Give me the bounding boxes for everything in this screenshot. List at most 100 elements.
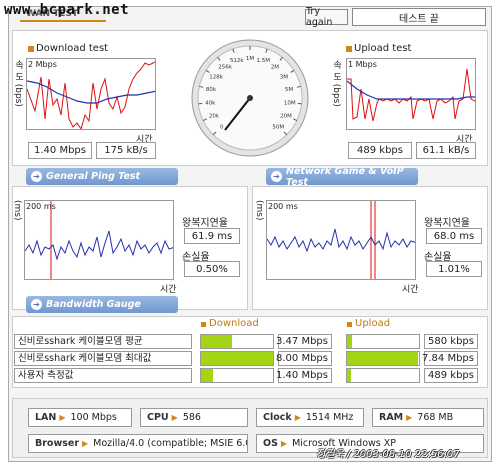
download-bar-value: 1.40 Mbps — [276, 368, 332, 383]
speed-gauge: 0 20k 40k 80k 128k 256k 512k 1M 1.5M 2M 3M 5M 10M 20M… — [190, 38, 310, 158]
gauge-tick-label: 512k — [230, 58, 244, 64]
game-scale: 200 ms — [268, 202, 298, 211]
download-scale: 2 Mbps — [28, 60, 57, 69]
cpu-info: CPU ▶ 586 — [140, 408, 248, 427]
footer-watermark: 정필욱 / 2003-08-10 22:56:07 — [316, 449, 460, 460]
upload-bullet — [346, 46, 352, 52]
upload-bar-value: 489 kbps — [424, 368, 478, 383]
ping-ylabel: (ms) — [12, 200, 22, 221]
ram-label: RAM — [379, 412, 404, 423]
download-bar-fill — [201, 352, 273, 365]
ping-scale: 200 ms — [26, 202, 56, 211]
gauge-tick-label: 256k — [218, 65, 232, 71]
game-ylabel: (ms) — [254, 200, 264, 221]
game-test-title: Network Game & VoIP Test — [286, 165, 404, 188]
bandwidth-row-label: 신비로sshark 케이블모뎀 최대값 — [14, 351, 192, 366]
upload-header-bullet — [347, 322, 352, 327]
download-title: Download test — [36, 43, 109, 54]
download-bar-value: 3.47 Mbps — [276, 334, 332, 349]
browser-label: Browser — [35, 438, 80, 449]
game-rtt-label: 왕복지연율 — [424, 218, 470, 229]
arrow-right-icon: ▶ — [280, 439, 288, 448]
upload-kbs: 61.1 kB/s — [416, 142, 476, 159]
gauge-tick-label: 0 — [220, 124, 224, 130]
upload-bar-fill — [347, 369, 352, 382]
browser-info: Browser ▶ Mozilla/4.0 (compatible; MSIE 6.… — [28, 434, 248, 453]
bandwidth-upload-header: Upload — [355, 318, 391, 329]
clock-value: 1514 MHz — [305, 412, 354, 423]
gauge-tick-label: 20M — [280, 113, 292, 119]
arrow-right-icon: ➔ — [31, 171, 42, 182]
cpu-label: CPU — [147, 412, 169, 423]
download-bar — [200, 351, 274, 366]
game-chart-svg — [267, 201, 415, 279]
bandwidth-row-label: 사용자 측정값 — [14, 368, 192, 383]
arrow-right-icon: ▶ — [59, 413, 66, 422]
cpu-value: 586 — [182, 412, 201, 423]
gauge-tick-label: 3M — [280, 75, 288, 81]
upload-chart-svg — [347, 68, 475, 122]
gauge-tick-label: 1M — [246, 56, 254, 62]
gauge-tick-label: 5M — [285, 87, 293, 93]
ping-xlabel: 시간 — [160, 285, 177, 295]
clock-info: Clock ▶ 1514 MHz — [256, 408, 364, 427]
upload-kbps: 489 kbps — [348, 142, 412, 159]
arrow-right-icon: ➔ — [31, 299, 42, 310]
lan-info: LAN ▶ 100 Mbps — [28, 408, 132, 427]
os-label: OS — [263, 438, 278, 449]
upload-scale: 1 Mbps — [348, 60, 377, 69]
download-bar — [200, 334, 274, 349]
download-bar-value: 8.00 Mbps — [276, 351, 332, 366]
download-chart-svg — [27, 61, 155, 129]
lan-label: LAN — [35, 412, 57, 423]
ping-chart-svg — [25, 201, 173, 279]
upload-series-blue — [347, 80, 475, 100]
gauge-tick-label: 20k — [209, 113, 220, 119]
ping-series — [25, 230, 173, 261]
game-loss-value: 1.01% — [426, 261, 482, 277]
ping-loss-value: 0.50% — [184, 261, 240, 277]
download-bar-fill — [201, 335, 232, 348]
arrow-right-icon: ▶ — [171, 413, 178, 422]
browser-value: Mozilla/4.0 (compatible; MSIE 6.0 — [93, 438, 248, 449]
gauge-tick-label: 1.5M — [256, 58, 270, 64]
game-chart — [266, 200, 416, 280]
upload-bar-fill — [347, 335, 353, 348]
ping-test-title: General Ping Test — [46, 171, 141, 182]
clock-label: Clock — [263, 412, 292, 423]
bandwidth-title: Bandwidth Gauge — [46, 299, 141, 310]
download-bullet — [28, 46, 34, 52]
download-ylabel: 속 도 (bps) — [13, 60, 23, 107]
gauge-tick-label: 2M — [271, 65, 279, 71]
arrow-right-icon: ▶ — [294, 413, 301, 422]
gauge-tick-label: 80k — [206, 87, 217, 93]
download-header-bullet — [201, 322, 206, 327]
game-xlabel: 시간 — [402, 285, 419, 295]
upload-bar-fill — [347, 352, 418, 365]
test-status: 테스트 끝 — [352, 8, 486, 26]
upload-bar-value: 7.84 Mbps — [422, 351, 478, 366]
ping-rtt-value: 61.9 ms — [184, 228, 240, 244]
ping-rtt-label: 왕복지연율 — [182, 218, 228, 229]
arrow-right-icon: ➔ — [271, 171, 282, 182]
ram-info: RAM ▶ 768 MB — [372, 408, 484, 427]
download-mbps: 1.40 Mbps — [28, 142, 92, 159]
try-again-button[interactable]: Try again — [305, 6, 348, 28]
upload-ylabel: 속 도 (bps) — [331, 60, 341, 107]
ping-test-section: ➔ General Ping Test — [26, 168, 178, 185]
lan-value: 100 Mbps — [70, 412, 117, 423]
upload-bar-value: 580 kbps — [424, 334, 478, 349]
upload-bar — [346, 334, 420, 349]
arrow-right-icon: ▶ — [82, 439, 89, 448]
upload-bar — [346, 368, 420, 383]
game-test-section: ➔ Network Game & VoIP Test — [266, 165, 418, 188]
watermark: www.bcpark.net — [4, 2, 130, 18]
upload-bar — [346, 351, 420, 366]
download-bar — [200, 368, 274, 383]
gauge-tick-label: 128k — [209, 75, 223, 81]
ping-chart — [24, 200, 174, 280]
game-series — [267, 228, 415, 253]
gauge-tick-label: 10M — [284, 100, 296, 106]
bandwidth-row-label: 신비로sshark 케이블모뎀 평균 — [14, 334, 192, 349]
gauge-svg: 020k 40k 80k 128k 256k512k 1M 1.5M2M3M 5M 10M 20M… — [191, 39, 309, 157]
